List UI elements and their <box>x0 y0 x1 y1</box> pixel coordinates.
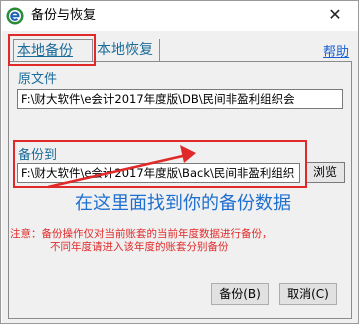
backup-note-line1: 注意：备份操作仅对当前账套的当前年度数据进行备份， <box>10 228 273 240</box>
backup-button[interactable]: 备份(B) <box>211 283 269 305</box>
cancel-button[interactable]: 取消(C) <box>279 283 337 305</box>
backup-to-label: 备份到 <box>18 148 58 163</box>
source-file-field[interactable]: F:\财大软件\e会计2017年度版\DB\民间非盈利组织会 <box>17 89 343 109</box>
browse-button[interactable]: 浏览 <box>305 162 345 183</box>
annotation-text: 在这里面找到你的备份数据 <box>75 193 291 214</box>
backup-path-field[interactable]: F:\财大软件\e会计2017年度版\Back\民间非盈利组织 <box>17 163 300 183</box>
title-bar[interactable]: 备份与恢复 ✕ <box>1 1 358 31</box>
backup-restore-dialog: 备份与恢复 ✕ 本地备份 本地恢复 帮助 原文件 F:\财大软件\e会计2017… <box>0 0 359 324</box>
tab-local-backup-label: 本地备份 <box>17 43 73 59</box>
tab-local-restore[interactable]: 本地恢复 <box>94 39 160 61</box>
source-file-label: 原文件 <box>18 72 58 87</box>
dialog-body: 本地备份 本地恢复 帮助 原文件 F:\财大软件\e会计2017年度版\DB\民… <box>2 31 358 323</box>
help-link[interactable]: 帮助 <box>323 41 349 60</box>
backup-note-line2: 不同年度请进入该年度的账套分别备份 <box>50 241 229 253</box>
tab-local-backup[interactable]: 本地备份 <box>13 39 93 61</box>
close-icon[interactable]: ✕ <box>322 5 348 25</box>
backup-note: 注意：备份操作仅对当前账套的当前年度数据进行备份， 不同年度请进入该年度的账套分… <box>10 228 346 254</box>
tab-local-restore-label: 本地恢复 <box>97 42 153 58</box>
e-logo-icon <box>6 7 24 25</box>
window-title: 备份与恢复 <box>31 8 97 23</box>
